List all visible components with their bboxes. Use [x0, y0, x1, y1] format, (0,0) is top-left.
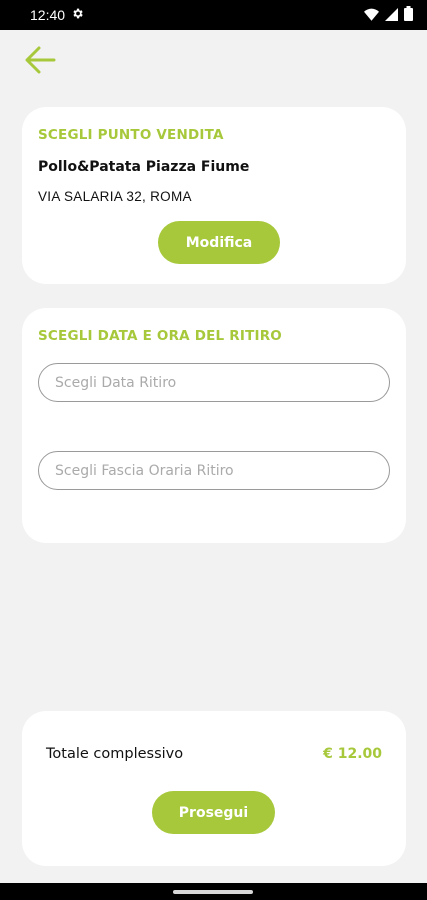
- settings-icon: [71, 7, 84, 23]
- pickup-card: SCEGLI DATA E ORA DEL RITIRO: [22, 308, 406, 543]
- pickup-slot-field[interactable]: [38, 451, 390, 490]
- wifi-icon: [364, 6, 379, 25]
- pickup-date-field[interactable]: [38, 363, 390, 402]
- signal-icon: [385, 6, 398, 25]
- status-bar: 12:40: [0, 0, 427, 30]
- battery-icon: [404, 5, 413, 25]
- continue-button[interactable]: Prosegui: [152, 791, 275, 834]
- back-button[interactable]: [22, 44, 58, 80]
- back-arrow-icon: [24, 46, 56, 78]
- navigation-bar: [0, 883, 427, 900]
- store-card: SCEGLI PUNTO VENDITA Pollo&Patata Piazza…: [22, 107, 406, 284]
- total-card: Totale complessivo € 12.00 Prosegui: [22, 711, 406, 866]
- total-label: Totale complessivo: [46, 746, 184, 762]
- total-value: € 12.00: [323, 746, 382, 762]
- store-address: VIA SALARIA 32, ROMA: [38, 189, 192, 204]
- status-time: 12:40: [30, 7, 66, 23]
- edit-store-button[interactable]: Modifica: [158, 221, 280, 264]
- pickup-section-title: SCEGLI DATA E ORA DEL RITIRO: [38, 328, 282, 344]
- store-name: Pollo&Patata Piazza Fiume: [38, 159, 250, 175]
- store-section-title: SCEGLI PUNTO VENDITA: [38, 127, 224, 143]
- home-handle[interactable]: [173, 890, 253, 894]
